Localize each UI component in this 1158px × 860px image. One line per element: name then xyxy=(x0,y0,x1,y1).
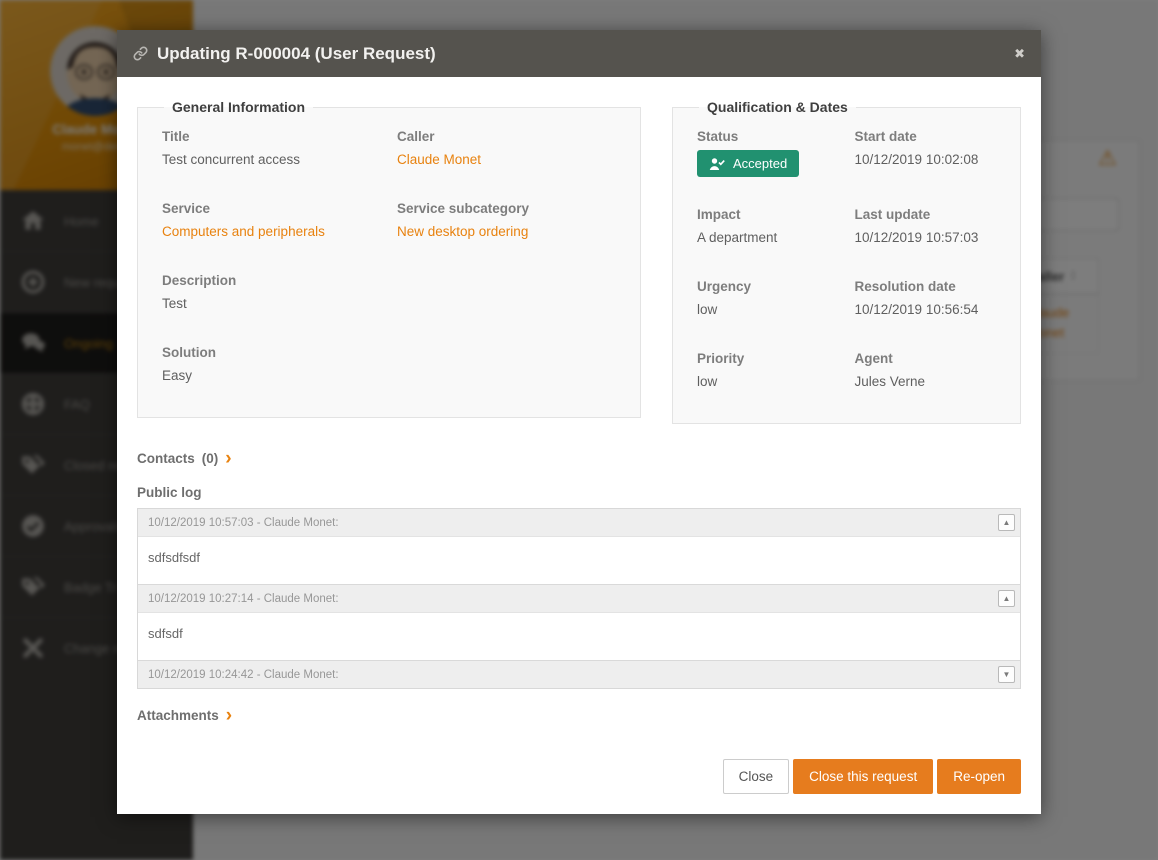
field-label: Last update xyxy=(855,207,997,222)
log-entry-header: 10/12/2019 10:57:03 - Claude Monet: ▲ xyxy=(138,509,1020,536)
user-check-icon xyxy=(709,157,725,171)
close-button[interactable]: Close xyxy=(723,759,790,794)
field-title: Title Test concurrent access xyxy=(162,129,381,171)
chevron-right-icon: › xyxy=(226,709,232,722)
log-entry-body: sdfsdf xyxy=(138,612,1020,660)
field-last-update: Last update 10/12/2019 10:57:03 xyxy=(855,207,997,249)
status-badge: Accepted xyxy=(697,150,799,177)
field-service: Service Computers and peripherals xyxy=(162,201,381,243)
field-value: Jules Verne xyxy=(855,374,997,389)
general-information-legend: General Information xyxy=(164,99,313,115)
field-impact: Impact A department xyxy=(697,207,839,249)
collapse-toggle-button[interactable]: ▲ xyxy=(998,590,1015,607)
qualification-dates-fieldset: Qualification & Dates Status Accepted xyxy=(672,99,1021,424)
field-label: Status xyxy=(697,129,839,144)
public-log-list: 10/12/2019 10:57:03 - Claude Monet: ▲ sd… xyxy=(137,508,1021,689)
field-value: Test concurrent access xyxy=(162,152,381,167)
attachments-label: Attachments xyxy=(137,708,219,723)
field-label: Priority xyxy=(697,351,839,366)
log-entry-meta: 10/12/2019 10:24:42 - Claude Monet: xyxy=(148,669,339,681)
log-entry: 10/12/2019 10:57:03 - Claude Monet: ▲ sd… xyxy=(138,509,1020,584)
field-label: Solution xyxy=(162,345,381,360)
close-icon[interactable]: ✖ xyxy=(1014,46,1025,62)
modal-title: Updating R-000004 (User Request) xyxy=(157,44,436,64)
field-value: Easy xyxy=(162,368,381,383)
caller-link[interactable]: Claude Monet xyxy=(397,152,481,167)
field-priority: Priority low xyxy=(697,351,839,393)
field-agent: Agent Jules Verne xyxy=(855,351,997,393)
public-log-label: Public log xyxy=(137,485,202,500)
modal-body: General Information Title Test concurren… xyxy=(117,77,1041,814)
field-label: Start date xyxy=(855,129,997,144)
log-entry-meta: 10/12/2019 10:57:03 - Claude Monet: xyxy=(148,517,339,529)
field-value: 10/12/2019 10:57:03 xyxy=(855,230,997,245)
log-entry: 10/12/2019 10:27:14 - Claude Monet: ▲ sd… xyxy=(138,584,1020,660)
field-status: Status Accepted xyxy=(697,129,839,177)
field-value: A department xyxy=(697,230,839,245)
general-information-fieldset: General Information Title Test concurren… xyxy=(137,99,641,418)
contacts-section-toggle[interactable]: Contacts (0) › xyxy=(137,451,1021,466)
field-solution: Solution Easy xyxy=(162,345,381,387)
field-label: Resolution date xyxy=(855,279,997,294)
log-entry-body: sdfsdfsdf xyxy=(138,536,1020,584)
field-label: Impact xyxy=(697,207,839,222)
contacts-count: (0) xyxy=(202,451,219,466)
field-caller: Caller Claude Monet xyxy=(397,129,616,171)
field-label: Description xyxy=(162,273,381,288)
modal-header: Updating R-000004 (User Request) ✖ xyxy=(117,30,1041,77)
update-request-modal: Updating R-000004 (User Request) ✖ Gener… xyxy=(117,30,1041,814)
field-value: 10/12/2019 10:56:54 xyxy=(855,302,997,317)
field-start-date: Start date 10/12/2019 10:02:08 xyxy=(855,129,997,177)
qualification-dates-legend: Qualification & Dates xyxy=(699,99,856,115)
field-urgency: Urgency low xyxy=(697,279,839,321)
field-label: Service subcategory xyxy=(397,201,616,216)
public-log-heading: Public log xyxy=(137,485,1021,500)
field-value: low xyxy=(697,374,839,389)
collapse-toggle-button[interactable]: ▲ xyxy=(998,514,1015,531)
field-label: Title xyxy=(162,129,381,144)
log-entry: 10/12/2019 10:24:42 - Claude Monet: ▼ xyxy=(138,660,1020,688)
close-this-request-button[interactable]: Close this request xyxy=(793,759,933,794)
service-subcategory-link[interactable]: New desktop ordering xyxy=(397,224,528,239)
modal-footer: Close Close this request Re-open xyxy=(137,759,1021,794)
link-icon xyxy=(133,46,148,61)
status-label: Accepted xyxy=(733,156,787,171)
field-label: Service xyxy=(162,201,381,216)
attachments-section-toggle[interactable]: Attachments › xyxy=(137,708,1021,723)
field-value: low xyxy=(697,302,839,317)
field-value: 10/12/2019 10:02:08 xyxy=(855,152,997,167)
log-entry-meta: 10/12/2019 10:27:14 - Claude Monet: xyxy=(148,593,339,605)
expand-toggle-button[interactable]: ▼ xyxy=(998,666,1015,683)
service-link[interactable]: Computers and peripherals xyxy=(162,224,325,239)
field-label: Urgency xyxy=(697,279,839,294)
reopen-button[interactable]: Re-open xyxy=(937,759,1021,794)
chevron-right-icon: › xyxy=(225,452,231,465)
contacts-label: Contacts xyxy=(137,451,195,466)
field-service-subcategory: Service subcategory New desktop ordering xyxy=(397,201,616,243)
field-label: Caller xyxy=(397,129,616,144)
field-description: Description Test xyxy=(162,273,381,315)
field-value: Test xyxy=(162,296,381,311)
log-entry-header: 10/12/2019 10:27:14 - Claude Monet: ▲ xyxy=(138,585,1020,612)
field-resolution-date: Resolution date 10/12/2019 10:56:54 xyxy=(855,279,997,321)
field-label: Agent xyxy=(855,351,997,366)
log-entry-header: 10/12/2019 10:24:42 - Claude Monet: ▼ xyxy=(138,661,1020,688)
